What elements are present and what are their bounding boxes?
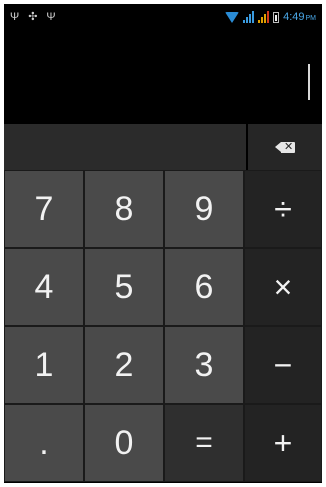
edit-row: ✕ [4,124,322,170]
key-0[interactable]: 0 [84,404,164,482]
text-cursor [308,64,310,100]
wifi-icon [225,11,240,23]
key-2[interactable]: 2 [84,326,164,404]
android-debug-icon: ✣ [28,10,38,23]
key-7[interactable]: 7 [4,170,84,248]
formula-field[interactable] [4,124,246,170]
status-bar: Ψ ✣ Ψ 4:49PM [4,4,322,30]
system-icons: 4:49PM [225,11,316,23]
key-9[interactable]: 9 [164,170,244,248]
minus-button[interactable]: − [244,326,322,404]
signal-icon [243,11,255,23]
backspace-button[interactable]: ✕ [248,124,322,170]
usb-icon: Ψ [46,10,56,23]
result-display [4,30,322,124]
plus-button[interactable]: + [244,404,322,482]
key-1[interactable]: 1 [4,326,84,404]
signal-icon-2 [258,11,270,23]
usb-icon: Ψ [10,10,20,23]
multiply-button[interactable]: × [244,248,322,326]
keypad: 7 8 9 ÷ 4 5 6 × 1 2 3 − . 0 = + [4,170,322,483]
notification-icons: Ψ ✣ Ψ [10,10,56,23]
key-5[interactable]: 5 [84,248,164,326]
clock: 4:49PM [283,11,316,23]
key-8[interactable]: 8 [84,170,164,248]
decimal-point-button[interactable]: . [4,404,84,482]
key-3[interactable]: 3 [164,326,244,404]
equals-button[interactable]: = [164,404,244,482]
backspace-icon: ✕ [275,141,295,153]
key-4[interactable]: 4 [4,248,84,326]
divide-button[interactable]: ÷ [244,170,322,248]
battery-icon [273,11,280,23]
key-6[interactable]: 6 [164,248,244,326]
calculator-screen: Ψ ✣ Ψ 4:49PM ✕ 7 8 9 ÷ 4 5 6 × 1 2 3 − .… [4,4,322,483]
